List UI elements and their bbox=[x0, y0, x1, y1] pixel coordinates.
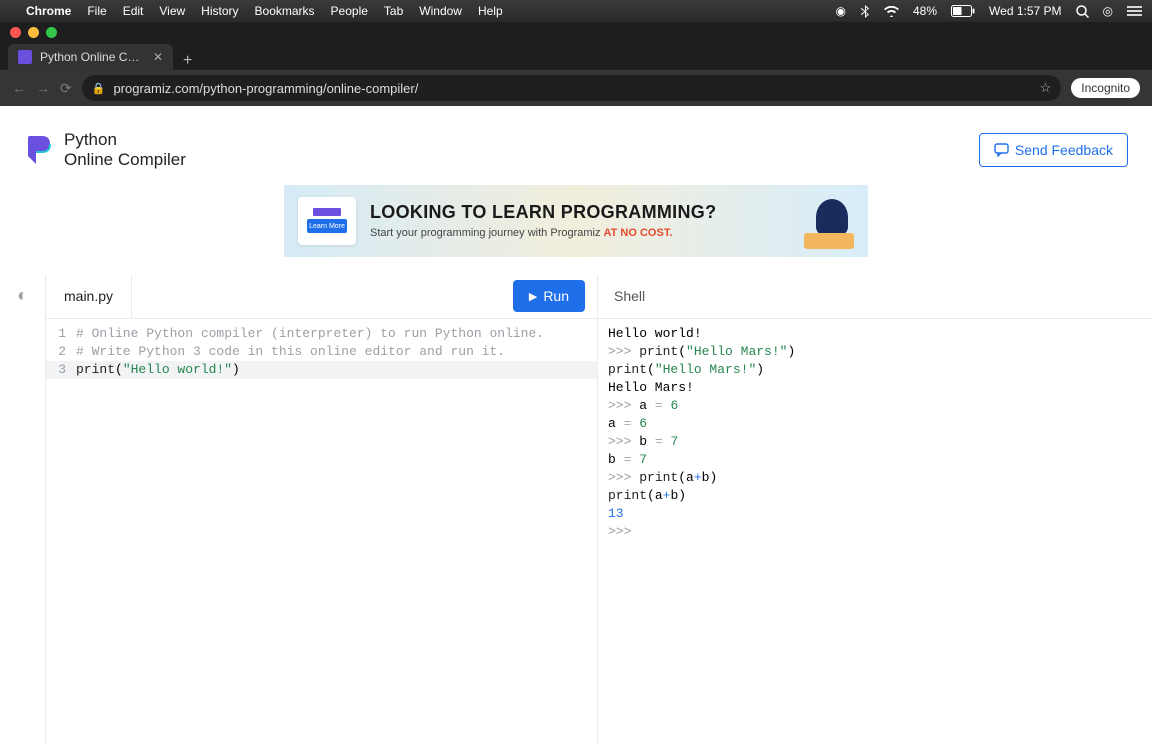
macos-menubar: Chrome File Edit View History Bookmarks … bbox=[0, 0, 1152, 22]
control-center-icon[interactable] bbox=[1127, 5, 1142, 17]
shell-line: Hello Mars! bbox=[608, 379, 1142, 397]
banner-card: Learn More bbox=[298, 197, 356, 245]
shell-line: a = 6 bbox=[608, 415, 1142, 433]
bluetooth-icon[interactable] bbox=[860, 5, 870, 18]
banner-illustration-icon bbox=[790, 193, 854, 249]
brand-line1: Python bbox=[64, 130, 186, 150]
shell-panel: Shell Hello world!>>> print("Hello Mars!… bbox=[598, 275, 1152, 745]
brand-line2: Online Compiler bbox=[64, 150, 186, 170]
code-editor[interactable]: 1 # Online Python compiler (interpreter)… bbox=[46, 319, 597, 385]
nav-reload-icon[interactable]: ⟳ bbox=[60, 80, 72, 97]
clock[interactable]: Wed 1:57 PM bbox=[989, 4, 1061, 18]
shell-line: 13 bbox=[608, 505, 1142, 523]
brand-logo-icon bbox=[24, 134, 52, 166]
shell-line: >>> a = 6 bbox=[608, 397, 1142, 415]
run-label: Run bbox=[543, 288, 569, 304]
run-button[interactable]: ▶ Run bbox=[513, 280, 585, 312]
editor-tab-main[interactable]: main.py bbox=[46, 275, 132, 318]
line-number: 2 bbox=[46, 343, 76, 361]
line-number: 1 bbox=[46, 325, 76, 343]
url-text: programiz.com/python-programming/online-… bbox=[113, 81, 418, 96]
app-menu[interactable]: Chrome bbox=[26, 4, 71, 18]
banner-card-logo-icon bbox=[313, 208, 341, 216]
menu-view[interactable]: View bbox=[159, 4, 185, 18]
wifi-icon[interactable] bbox=[884, 6, 899, 17]
shell-line: print("Hello Mars!") bbox=[608, 361, 1142, 379]
battery-percentage: 48% bbox=[913, 4, 937, 18]
bookmark-star-icon[interactable]: ☆ bbox=[1040, 80, 1052, 96]
editor-panel: main.py ▶ Run 1 # Online Python compiler… bbox=[46, 275, 598, 745]
shell-line: >>> print("Hello Mars!") bbox=[608, 343, 1142, 361]
banner-learn-more-button[interactable]: Learn More bbox=[307, 219, 347, 233]
send-feedback-button[interactable]: Send Feedback bbox=[979, 133, 1128, 167]
nav-forward-icon: → bbox=[36, 80, 50, 96]
window-minimize-button[interactable] bbox=[28, 27, 39, 38]
lock-icon: 🔒 bbox=[92, 82, 106, 95]
shell-line: >>> bbox=[608, 523, 1142, 541]
siri-icon[interactable]: ◎ bbox=[1103, 4, 1113, 18]
brand-text: Python Online Compiler bbox=[64, 130, 186, 171]
tab-title: Python Online Compiler (Interp bbox=[40, 50, 145, 64]
shell-line: print(a+b) bbox=[608, 487, 1142, 505]
page-content: Python Online Compiler Send Feedback Lea… bbox=[0, 106, 1152, 745]
promo-banner[interactable]: Learn More LOOKING TO LEARN PROGRAMMING?… bbox=[284, 185, 868, 257]
browser-tabbar: Python Online Compiler (Interp ✕ + bbox=[0, 42, 1152, 70]
tab-favicon-icon bbox=[18, 50, 32, 64]
incognito-badge: Incognito bbox=[1071, 78, 1140, 98]
banner-title: LOOKING TO LEARN PROGRAMMING? bbox=[370, 202, 776, 223]
play-icon: ▶ bbox=[529, 290, 537, 303]
left-toolbar: ◐ bbox=[0, 275, 46, 745]
menu-help[interactable]: Help bbox=[478, 4, 503, 18]
editor-tabbar: main.py ▶ Run bbox=[46, 275, 597, 319]
theme-toggle-icon[interactable]: ◐ bbox=[17, 285, 28, 306]
banner-subtitle: Start your programming journey with Prog… bbox=[370, 227, 776, 239]
browser-toolbar: ← → ⟳ 🔒 programiz.com/python-programming… bbox=[0, 70, 1152, 106]
shell-line: Hello world! bbox=[608, 325, 1142, 343]
menu-history[interactable]: History bbox=[201, 4, 238, 18]
code-line: 3 print("Hello world!") bbox=[46, 361, 597, 379]
menu-window[interactable]: Window bbox=[419, 4, 462, 18]
line-number: 3 bbox=[46, 361, 76, 379]
browser-tab[interactable]: Python Online Compiler (Interp ✕ bbox=[8, 44, 173, 70]
menu-file[interactable]: File bbox=[87, 4, 106, 18]
menu-tab[interactable]: Tab bbox=[384, 4, 403, 18]
code-line: 2 # Write Python 3 code in this online e… bbox=[46, 343, 597, 361]
new-tab-button[interactable]: + bbox=[173, 52, 202, 70]
shell-line: b = 7 bbox=[608, 451, 1142, 469]
window-titlebar bbox=[0, 22, 1152, 42]
screen-record-icon[interactable]: ◉ bbox=[836, 4, 846, 18]
shell-output[interactable]: Hello world!>>> print("Hello Mars!")prin… bbox=[598, 319, 1152, 547]
page-header: Python Online Compiler Send Feedback bbox=[0, 106, 1152, 185]
menu-people[interactable]: People bbox=[331, 4, 368, 18]
shell-line: >>> print(a+b) bbox=[608, 469, 1142, 487]
shell-line: >>> b = 7 bbox=[608, 433, 1142, 451]
tab-close-icon[interactable]: ✕ bbox=[153, 50, 163, 64]
code-line: 1 # Online Python compiler (interpreter)… bbox=[46, 325, 597, 343]
shell-header: Shell bbox=[598, 275, 1152, 319]
window-close-button[interactable] bbox=[10, 27, 21, 38]
workspace: ◐ main.py ▶ Run 1 # Online Python compil… bbox=[0, 275, 1152, 745]
menu-bookmarks[interactable]: Bookmarks bbox=[255, 4, 315, 18]
spotlight-icon[interactable] bbox=[1076, 5, 1089, 18]
nav-back-icon[interactable]: ← bbox=[12, 80, 26, 96]
feedback-icon bbox=[994, 143, 1009, 157]
battery-icon[interactable] bbox=[951, 5, 975, 17]
window-zoom-button[interactable] bbox=[46, 27, 57, 38]
address-bar[interactable]: 🔒 programiz.com/python-programming/onlin… bbox=[82, 75, 1062, 101]
feedback-label: Send Feedback bbox=[1015, 142, 1113, 158]
menu-edit[interactable]: Edit bbox=[123, 4, 144, 18]
